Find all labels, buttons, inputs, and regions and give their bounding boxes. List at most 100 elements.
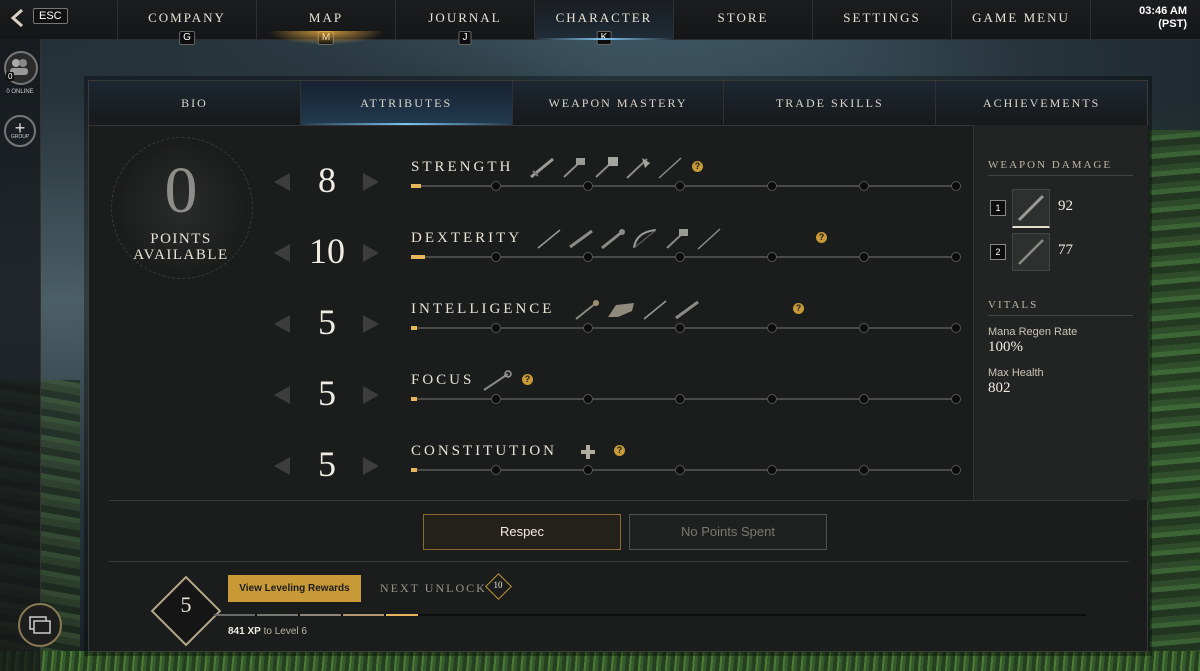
background-grass [0,651,1200,671]
focus-label: FOCUS [411,372,475,388]
constitution-milestone [767,465,777,475]
nav-map[interactable]: MAP M [256,0,395,45]
bow-icon [633,229,657,249]
dexterity-milestone [859,252,869,262]
intelligence-progress-fill [411,326,417,330]
chat-button[interactable] [18,603,62,647]
dexterity-increase-button[interactable] [363,244,379,262]
focus-decrease-button[interactable] [274,386,290,404]
tab-trade-skills[interactable]: TRADE SKILLS [724,81,937,125]
constitution-help-icon[interactable]: ? [614,445,625,456]
focus-increase-button[interactable] [363,386,379,404]
divider [109,561,1129,562]
constitution-label: CONSTITUTION [411,443,557,459]
xp-progress-segment [214,614,255,616]
nav-game-menu[interactable]: GAME MENU [951,0,1091,39]
plus-icon [581,445,595,459]
weapon-damage-title: WEAPON DAMAGE [988,159,1113,171]
max-health-label: Max Health [988,367,1044,379]
group-label: GROUP [10,134,30,140]
constitution-icons [581,445,595,459]
nav-character[interactable]: CHARACTER K [534,0,673,45]
tab-weapon-mastery[interactable]: WEAPON MASTERY [513,81,725,125]
constitution-increase-button[interactable] [363,457,379,475]
nav-character-key: K [596,31,612,45]
strength-weapon-icons [529,157,683,179]
intelligence-milestone [675,323,685,333]
weapon-slot-1[interactable]: 1 92 [988,189,1138,228]
nav-settings[interactable]: SETTINGS [812,0,951,39]
focus-weapon-icons [482,370,512,392]
intelligence-increase-button[interactable] [363,315,379,333]
strength-milestone [491,181,501,191]
points-label-line2: AVAILABLE [133,247,229,263]
nav-journal-key: J [458,31,472,45]
attribute-row-intelligence: 5 INTELLIGENCE ? [274,300,964,367]
view-leveling-rewards-button[interactable]: View Leveling Rewards [228,575,361,602]
intelligence-milestone [859,323,869,333]
xp-progress-segment [343,614,384,616]
strength-milestone [583,181,593,191]
dexterity-milestone [675,252,685,262]
strength-increase-button[interactable] [363,173,379,191]
main-nav: COMPANY G MAP M JOURNAL J CHARACTER K ST… [117,0,1091,45]
focus-milestone [491,394,501,404]
attribute-row-focus: 5 FOCUS ? [274,370,964,438]
intelligence-help-icon[interactable]: ? [793,303,804,314]
online-count: 0 [6,72,15,81]
constitution-decrease-button[interactable] [274,457,290,475]
focus-progress-fill [411,397,417,401]
esc-key-hint[interactable]: ESC [33,8,68,24]
constitution-milestone [859,465,869,475]
constitution-milestone [491,465,501,475]
war-hammer-icon [595,157,618,178]
musket-icon [569,229,593,249]
intelligence-decrease-button[interactable] [274,315,290,333]
focus-milestone [767,394,777,404]
nav-map-label: MAP [308,10,344,25]
focus-help-icon[interactable]: ? [522,374,533,385]
hatchet-icon [666,229,688,249]
dexterity-progress-track [411,252,961,262]
constitution-progress-track [411,465,961,475]
group-button[interactable]: + [4,115,36,147]
rapier-icon [537,229,561,249]
attribute-row-strength: 8 STRENGTH ? [274,157,964,225]
blunderbuss-icon [601,229,625,250]
dexterity-help-icon[interactable]: ? [816,232,827,243]
focus-milestone [859,394,869,404]
intelligence-milestone [491,323,501,333]
divider [988,315,1133,316]
focus-value: 5 [318,373,336,413]
dexterity-decrease-button[interactable] [274,244,290,262]
dexterity-milestone [951,252,961,262]
constitution-progress-fill [411,468,417,472]
constitution-milestone [675,465,685,475]
strength-progress-fill [411,184,421,188]
intelligence-milestone [583,323,593,333]
xp-progress-bar [214,614,1086,616]
nav-journal[interactable]: JOURNAL J [395,0,534,45]
tab-attributes[interactable]: ATTRIBUTES [300,81,513,125]
top-nav-bar: ESC COMPANY G MAP M JOURNAL J CHARACTER … [0,0,1200,45]
stats-sidebar: WEAPON DAMAGE 1 92 2 77 VITALS Mana Rege… [973,125,1148,500]
divider [988,175,1133,176]
musket-icon [1018,239,1044,265]
nav-company[interactable]: COMPANY G [117,0,256,45]
tab-bio[interactable]: BIO [89,81,301,125]
dexterity-milestone [767,252,777,262]
hatchet-icon [563,158,585,178]
back-arrow-icon[interactable] [8,8,28,28]
strength-help-icon[interactable]: ? [692,161,703,172]
weapon-slot-2[interactable]: 2 77 [988,233,1138,271]
xp-progress-segment [257,614,298,616]
divider [109,500,1129,501]
respec-button[interactable]: Respec [423,514,621,550]
weapon-slot-1-key: 1 [990,200,1006,216]
dexterity-progress-fill [411,255,425,259]
strength-decrease-button[interactable] [274,173,290,191]
chat-icon [29,616,51,634]
tab-achievements[interactable]: ACHIEVEMENTS [936,81,1147,125]
no-points-spent-button: No Points Spent [629,514,827,550]
nav-store[interactable]: STORE [673,0,812,39]
